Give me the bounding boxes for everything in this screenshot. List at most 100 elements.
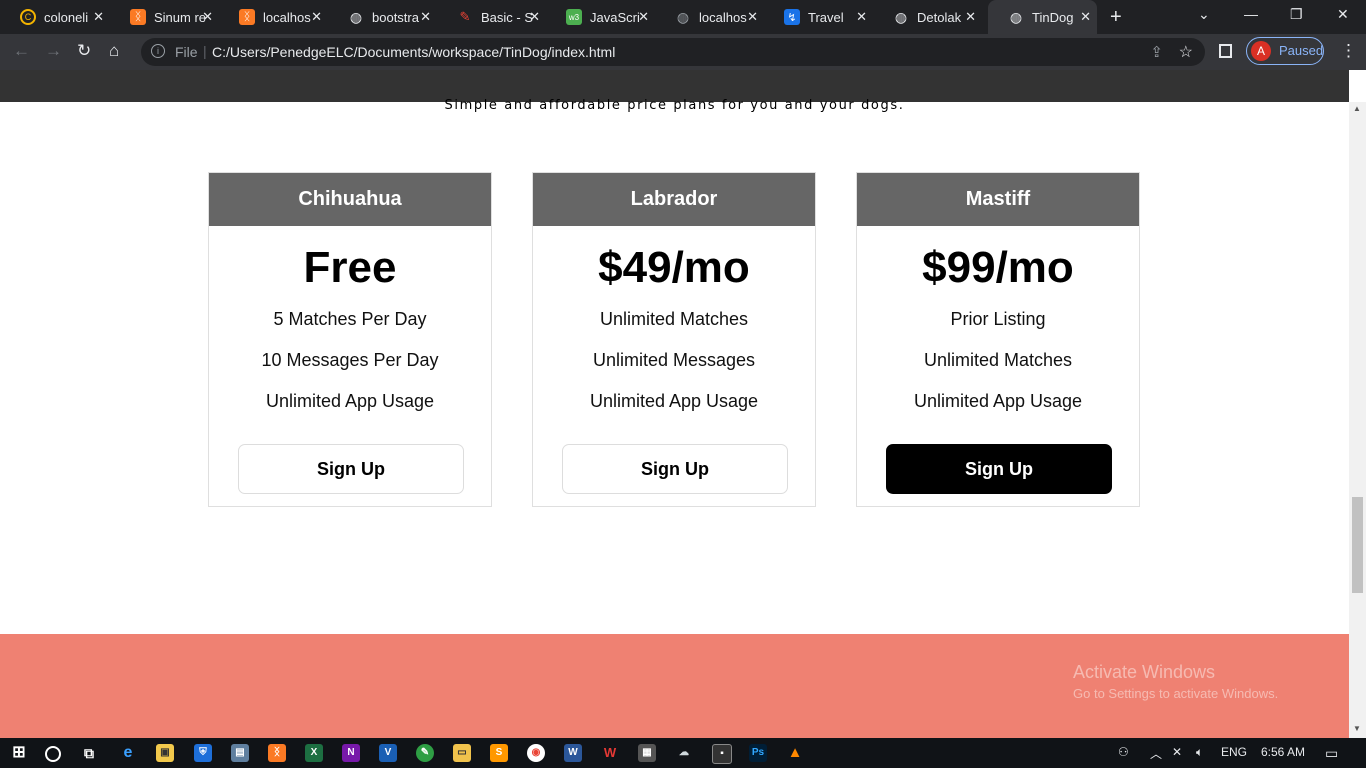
browser-tab[interactable]: ◍ localhos ✕ [655,0,764,34]
defender-icon[interactable]: ⛨ [194,744,212,762]
footer-section: Activate Windows Go to Settings to activ… [0,634,1349,738]
close-tab-icon[interactable]: ✕ [420,9,431,25]
chevron-up-icon[interactable]: ︿ [1150,745,1162,762]
network-icon[interactable]: ✕ [1172,745,1182,759]
forward-icon[interactable]: → [45,41,62,61]
side-panel-icon[interactable] [1219,44,1232,58]
word-icon[interactable]: W [564,744,582,762]
sublime-icon[interactable]: S [490,744,508,762]
page-scrollbar[interactable]: ▲ ▼ [1349,102,1366,738]
language-indicator[interactable]: ENG [1221,745,1247,759]
browser-tab[interactable]: C coloneli ✕ [0,0,110,34]
browser-tab[interactable]: ↯ Travel ✕ [764,0,873,34]
plan-feature: 5 Matches Per Day [273,309,427,329]
close-window-icon[interactable]: ✕ [1337,6,1349,23]
globe-icon: ◍ [1009,8,1023,25]
store-icon[interactable]: ▣ [156,744,174,762]
browser-tab[interactable]: ✎ Basic - S ✕ [437,0,546,34]
scroll-up-icon[interactable]: ▲ [1353,104,1361,113]
plan-feature: Unlimited Matches [599,309,749,329]
browser-tab[interactable]: w3 JavaScri ✕ [546,0,655,34]
edge-icon[interactable]: e [119,744,137,762]
windows-taskbar: ⊞ ⧉ e ▣ ⛨ ▤ ᛝ X N V ✎ ▭ S ◉ W W ▦ ☁ ▪ Ps… [0,738,1366,768]
restore-icon[interactable]: ❐ [1290,6,1303,23]
info-icon[interactable]: i [151,44,165,58]
task-view-icon[interactable]: ⧉ [80,744,98,762]
pricing-card-mastiff: Mastiff $99/mo Prior Listing Unlimited M… [856,172,1140,507]
people-icon[interactable]: ⚇ [1118,745,1129,759]
browser-tab[interactable]: ◍ Detolak ✕ [873,0,982,34]
close-tab-icon[interactable]: ✕ [638,9,649,25]
plan-name: Mastiff [857,173,1139,226]
sign-up-button[interactable]: Sign Up [238,444,464,494]
menu-icon[interactable]: ⋮ [1340,41,1357,61]
close-tab-icon[interactable]: ✕ [93,9,104,25]
close-tab-icon[interactable]: ✕ [202,9,213,25]
photoshop-icon[interactable]: Ps [749,744,767,762]
new-tab-button[interactable]: + [1110,6,1122,29]
basic-icon: ✎ [459,9,471,24]
close-tab-icon[interactable]: ✕ [856,9,867,25]
activate-windows-watermark: Activate Windows [1073,662,1216,682]
plan-feature: 10 Messages Per Day [261,350,439,370]
sign-up-button[interactable]: Sign Up [886,444,1112,494]
scroll-down-icon[interactable]: ▼ [1353,724,1361,733]
file-explorer-icon[interactable]: ▭ [453,744,471,762]
photos-icon[interactable]: ▤ [231,744,249,762]
plan-feature: Unlimited App Usage [913,391,1083,411]
excel-icon[interactable]: X [305,744,323,762]
bookmark-star-icon[interactable]: ☆ [1179,42,1193,62]
plan-feature: Unlimited App Usage [589,391,759,411]
browser-tab[interactable]: ᛝ localhos ✕ [219,0,328,34]
search-icon[interactable] [45,746,61,762]
plan-name: Labrador [533,173,815,226]
page-viewport: Simple and affordable price plans for yo… [0,70,1349,738]
pricing-card-chihuahua: Chihuahua Free 5 Matches Per Day 10 Mess… [208,172,492,507]
onenote-icon[interactable]: N [342,744,360,762]
close-tab-icon[interactable]: ✕ [529,9,540,25]
share-icon[interactable]: ⇪ [1150,43,1163,61]
volume-icon[interactable]: 🔈︎ [1196,745,1203,760]
chrome-icon[interactable]: ◉ [527,744,545,762]
xampp-icon: ᛝ [130,9,146,25]
windows-start-icon[interactable]: ⊞ [10,744,28,762]
browser-tab-active[interactable]: ◍ TinDog ✕ [988,0,1097,34]
profile-button[interactable]: A Paused [1246,37,1324,65]
close-tab-icon[interactable]: ✕ [1080,9,1091,25]
home-icon[interactable]: ⌂ [109,41,119,61]
xampp-icon[interactable]: ᛝ [268,744,286,762]
reload-icon[interactable]: ↻ [77,41,91,61]
browser-tab[interactable]: ◍ bootstra ✕ [328,0,437,34]
close-tab-icon[interactable]: ✕ [747,9,758,25]
wps-icon[interactable]: W [601,744,619,762]
close-tab-icon[interactable]: ✕ [311,9,322,25]
close-tab-icon[interactable]: ✕ [965,9,976,25]
xampp-icon: ᛝ [239,9,255,25]
tab-search-icon[interactable]: ⌄ [1198,6,1210,23]
minimize-icon[interactable]: — [1244,6,1258,22]
profile-status: Paused [1279,43,1324,58]
address-bar[interactable]: i File | C:/Users/PenedgeELC/Documents/w… [141,38,1205,66]
app-icon[interactable]: ✎ [416,744,434,762]
plan-feature: Unlimited Messages [592,350,756,370]
avatar: A [1251,41,1271,61]
back-icon[interactable]: ← [13,41,30,61]
calculator-icon[interactable]: ▦ [638,744,656,762]
pricing-card-labrador: Labrador $49/mo Unlimited Matches Unlimi… [532,172,816,507]
vpn-icon[interactable]: ☁ [675,744,693,762]
plan-price: Free [303,243,397,292]
sign-up-button[interactable]: Sign Up [562,444,788,494]
plan-price: $99/mo [922,243,1074,292]
clock[interactable]: 6:56 AM [1261,745,1305,759]
plan-feature: Prior Listing [950,309,1046,329]
notification-icon[interactable]: ▭ [1325,745,1338,762]
divider: | [203,43,207,59]
vlc-icon[interactable]: ▲ [786,744,804,762]
terminal-icon[interactable]: ▪ [712,744,732,764]
globe-icon: ◍ [894,8,908,25]
url-text[interactable]: C:/Users/PenedgeELC/Documents/workspace/… [212,44,615,60]
scrollbar-thumb[interactable] [1352,497,1363,593]
browser-tab[interactable]: ᛝ Sinum re ✕ [110,0,219,34]
vscode-icon[interactable]: V [379,744,397,762]
google-drive-icon: C [20,9,36,25]
